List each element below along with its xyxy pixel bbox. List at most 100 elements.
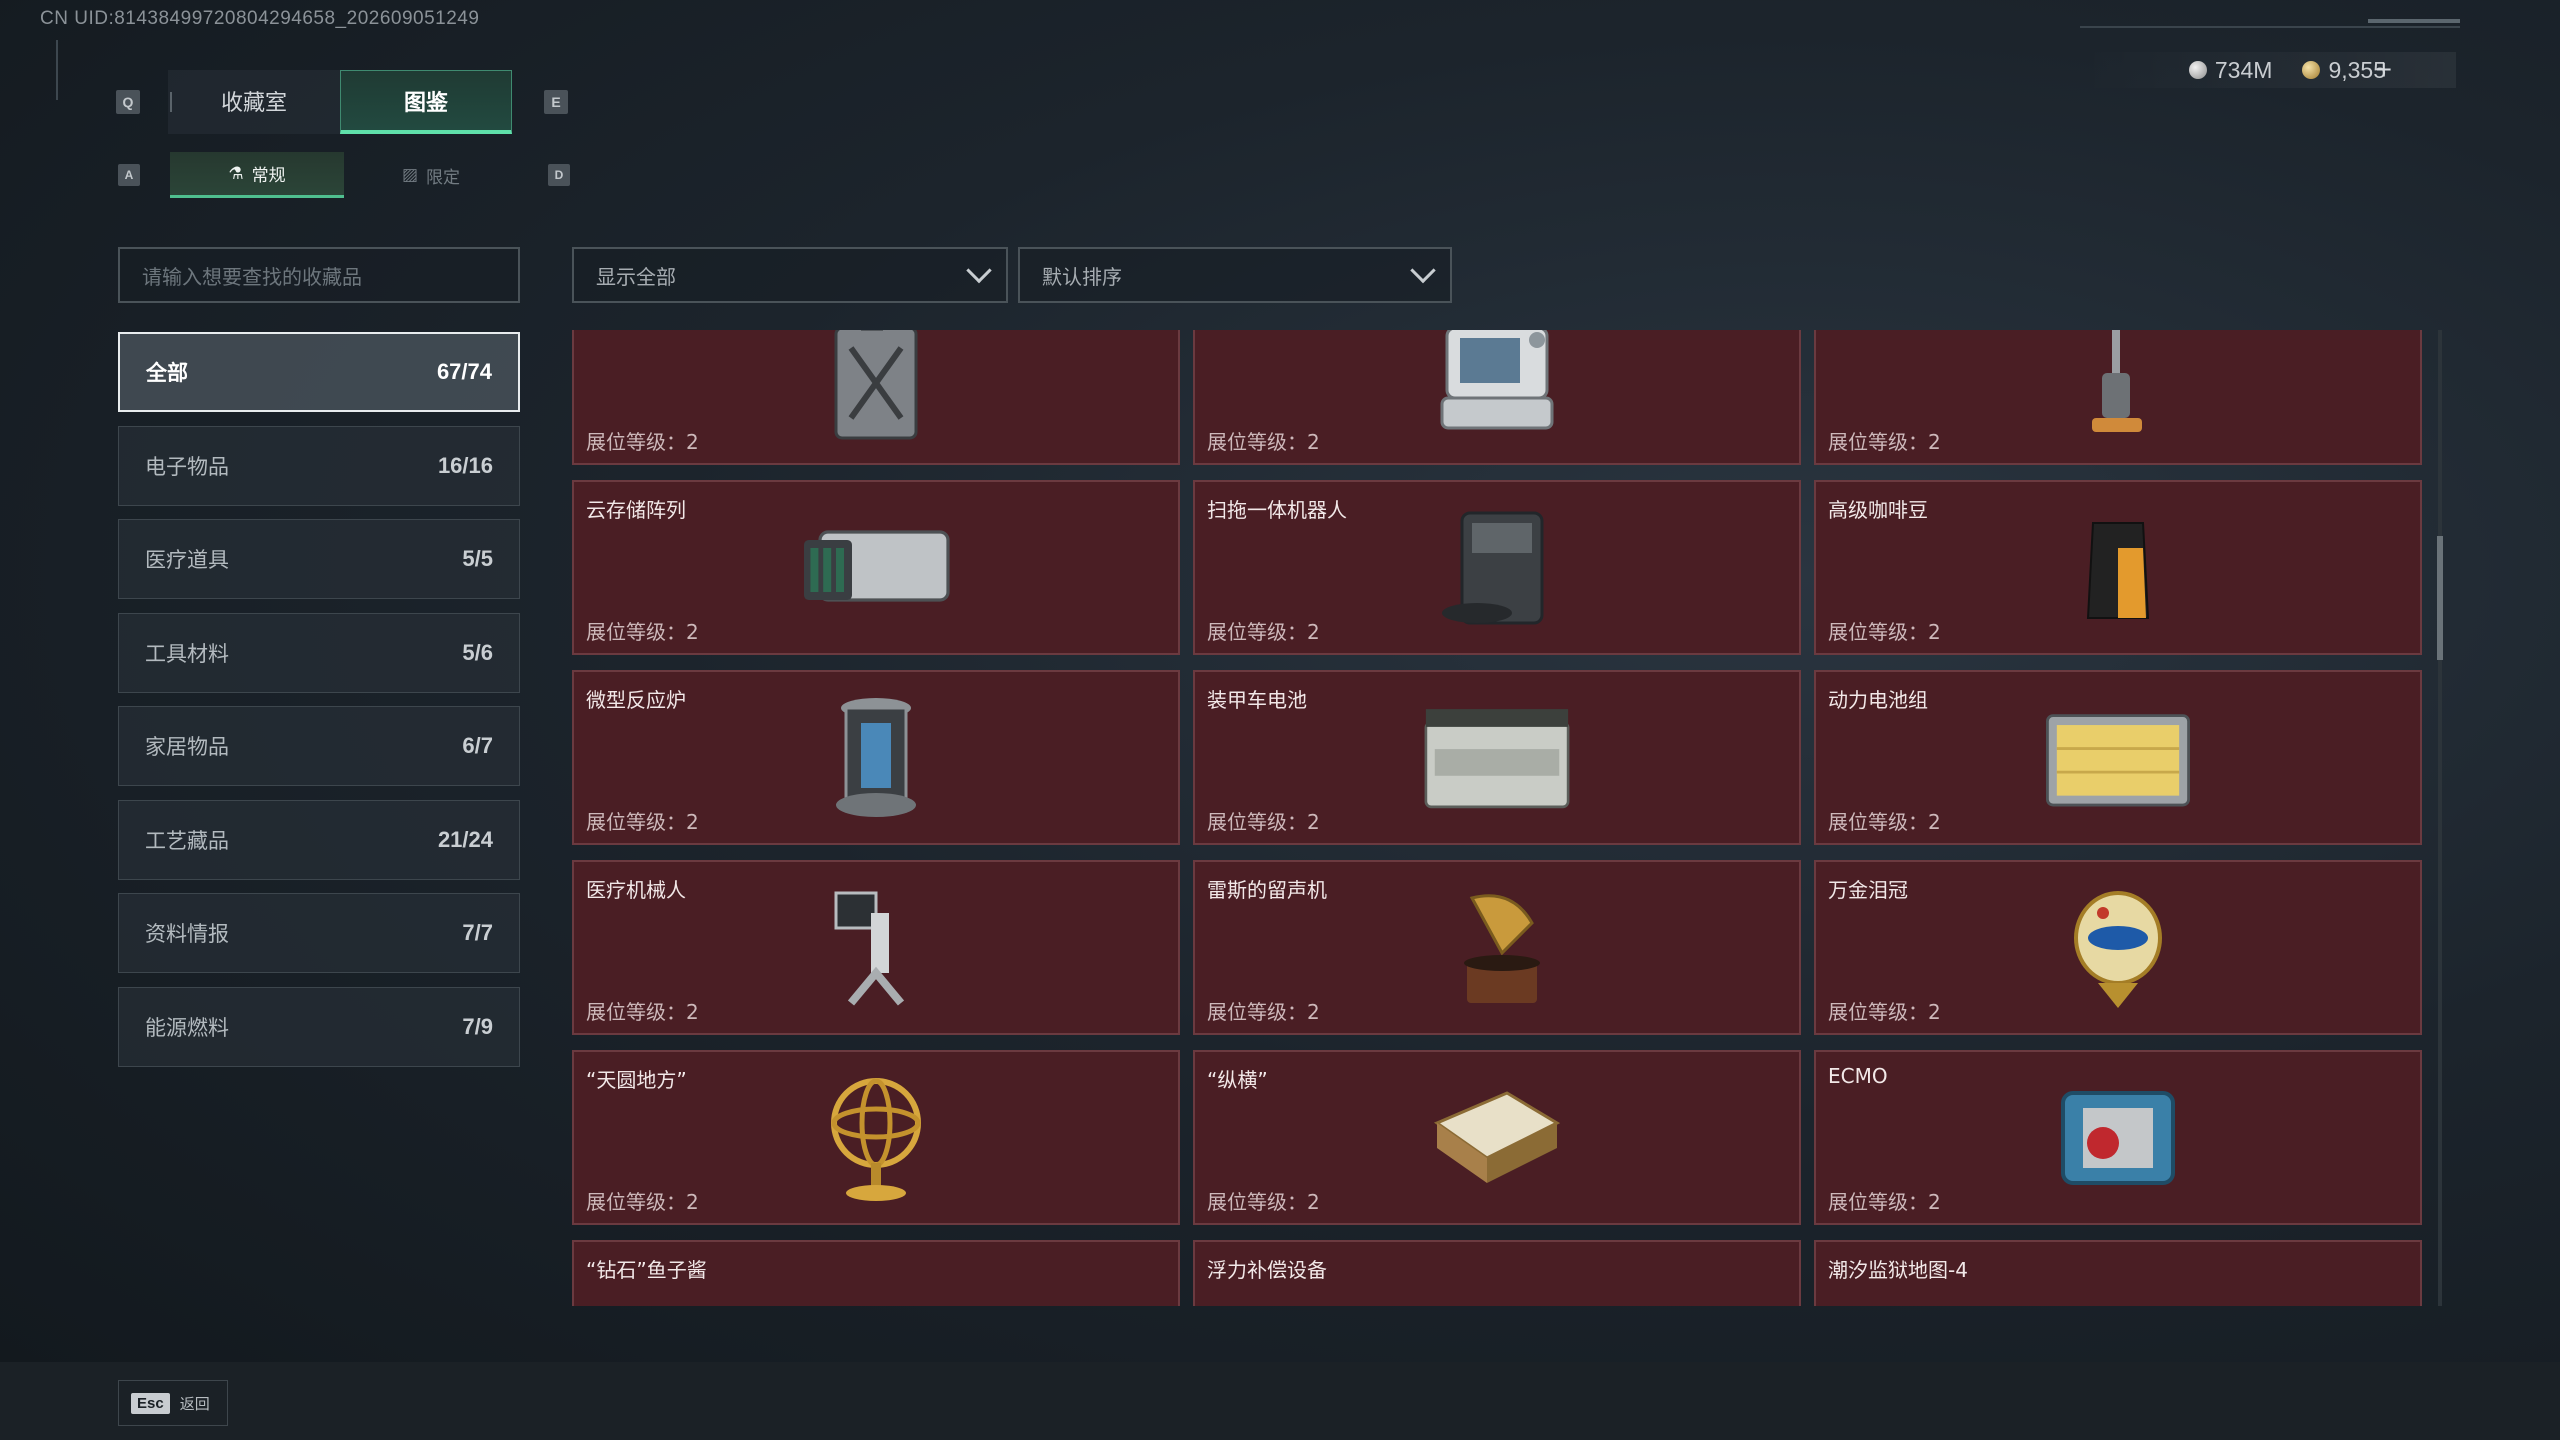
category-item[interactable]: 家居物品 6/7 — [118, 706, 520, 786]
item-name: 微型反应炉 — [586, 688, 686, 712]
bottom-bar — [0, 1362, 2560, 1440]
item-name: 潮汐监狱地图-4 — [1828, 1258, 1968, 1282]
category-count: 5/6 — [462, 639, 493, 665]
item-card[interactable]: 扫拖一体机器人 展位等级：2 — [1193, 480, 1801, 655]
silver-currency: 734M — [2188, 56, 2273, 84]
item-card[interactable]: 装甲车电池 展位等级：2 — [1193, 670, 1801, 845]
item-grid: 展位等级：2 展位等级：2 展位等级：2 云存储阵列 展位等级：2 扫拖一体机器人 展位等级… — [572, 330, 2426, 1306]
category-count: 5/5 — [462, 546, 493, 571]
item-level: 展位等级：2 — [586, 1000, 699, 1024]
item-card[interactable]: 潮汐监狱地图-4展位等级：2 — [1814, 1240, 2422, 1306]
category-item[interactable]: 工具材料 5/6 — [118, 612, 520, 693]
key-hint-e: E — [544, 90, 568, 114]
item-name: 浮力补偿设备 — [1207, 1258, 1327, 1282]
tab-separator — [170, 92, 172, 112]
medical-robot-icon — [796, 883, 956, 1013]
sub-tabs: ⚗ 常规 ▨ 限定 — [170, 152, 518, 198]
item-card[interactable]: 浮力补偿设备展位等级：2 — [1193, 1240, 1801, 1306]
add-currency-button[interactable]: + — [2376, 54, 2392, 86]
caviar-tin-icon — [796, 1263, 956, 1306]
tab-limited[interactable]: ▨ 限定 — [344, 152, 518, 198]
item-name: 雷斯的留声机 — [1207, 878, 1327, 902]
item-name: “纵横” — [1207, 1068, 1268, 1092]
item-card[interactable]: 万金泪冠 展位等级：2 — [1814, 860, 2422, 1035]
item-name: ECMO — [1828, 1064, 1888, 1088]
gramophone-icon — [1417, 883, 1577, 1013]
battery-pack-icon — [2038, 693, 2198, 823]
item-card[interactable]: 高级咖啡豆 展位等级：2 — [1814, 480, 2422, 655]
category-count: 6/7 — [462, 733, 493, 758]
map-icon — [2038, 1263, 2198, 1307]
item-level: 展位等级：2 — [1828, 1000, 1941, 1024]
flask-icon: ⚗ — [228, 163, 244, 184]
item-card[interactable]: “天圆地方” 展位等级：2 — [572, 1050, 1180, 1225]
key-hint-a: A — [118, 164, 140, 186]
jerrycan-icon — [796, 330, 956, 443]
category-item[interactable]: 资料情报 7/7 — [118, 893, 520, 973]
tab-encyclopedia[interactable]: 图鉴 — [340, 70, 512, 134]
item-card[interactable]: ECMO 展位等级：2 — [1814, 1050, 2422, 1225]
coffee-bag-icon — [2038, 503, 2198, 633]
filter-dropdown[interactable]: 显示全部 — [572, 247, 1008, 303]
item-name: 动力电池组 — [1828, 688, 1928, 712]
category-item[interactable]: 全部 67/74 — [118, 332, 520, 412]
item-name: “天圆地方” — [586, 1068, 687, 1092]
ecmo-icon — [2038, 1073, 2198, 1203]
back-button[interactable]: Esc 返回 — [118, 1380, 228, 1426]
filter-value: 显示全部 — [596, 264, 676, 289]
category-label: 工艺藏品 — [145, 828, 229, 853]
tab-label: 常规 — [251, 166, 286, 186]
item-grid-viewport: 展位等级：2 展位等级：2 展位等级：2 云存储阵列 展位等级：2 扫拖一体机器人 展位等级… — [572, 330, 2426, 1306]
item-card[interactable]: 动力电池组 展位等级：2 — [1814, 670, 2422, 845]
chess-box-icon — [1417, 1073, 1577, 1203]
chevron-down-icon — [966, 257, 992, 284]
category-item[interactable]: 医疗道具 5/5 — [118, 519, 520, 599]
item-card[interactable]: “钻石”鱼子酱展位等级：2 — [572, 1240, 1180, 1306]
item-card[interactable]: 医疗机械人 展位等级：2 — [572, 860, 1180, 1035]
category-item[interactable]: 工艺藏品 21/24 — [118, 799, 520, 880]
item-card[interactable]: 展位等级：2 — [1814, 330, 2422, 465]
gold-coin-icon — [2302, 61, 2321, 79]
item-name: 高级咖啡豆 — [1828, 498, 1928, 522]
item-card[interactable]: “纵横” 展位等级：2 — [1193, 1050, 1801, 1225]
item-name: 云存储阵列 — [586, 498, 686, 522]
category-count: 67/74 — [436, 359, 492, 384]
back-label: 返回 — [179, 1394, 210, 1413]
silver-amount: 734M — [2214, 56, 2273, 83]
item-level: 展位等级：2 — [1828, 430, 1941, 454]
battery-icon — [1417, 693, 1577, 823]
scrollbar-thumb[interactable] — [2437, 536, 2443, 660]
item-level: 展位等级：2 — [586, 620, 699, 644]
reactor-icon — [796, 693, 956, 823]
uid-label: CN UID:814384997208042946​58_20260905124… — [40, 8, 480, 29]
tab-label: 限定 — [426, 167, 461, 188]
item-level: 展位等级：2 — [1207, 430, 1320, 454]
corner-decoration — [56, 40, 62, 100]
silver-coin-icon — [2188, 61, 2207, 79]
key-hint-d: D — [548, 164, 570, 186]
search-input[interactable]: 请输入想要查找的收藏品 — [118, 247, 520, 303]
category-item[interactable]: 能源燃料 7/9 — [118, 986, 520, 1067]
item-card[interactable]: 展位等级：2 — [1193, 330, 1801, 465]
category-label: 电子物品 — [145, 454, 229, 479]
robot-vacuum-icon — [1417, 503, 1577, 633]
item-name: “钻石”鱼子酱 — [586, 1258, 707, 1282]
armillary-sphere-icon — [796, 1073, 956, 1203]
category-count: 21/24 — [437, 826, 493, 852]
scrollbar-track[interactable] — [2438, 330, 2442, 1306]
item-card[interactable]: 云存储阵列展位等级：2 — [572, 480, 1180, 655]
jeweled-egg-icon — [2038, 883, 2198, 1013]
category-list: 全部 67/74 电子物品 16/16 医疗道具 5/5 工具材料 5/6 家居物品 6/7 工艺藏… — [118, 332, 520, 1080]
tab-collection-room[interactable]: 收藏室 — [168, 70, 340, 134]
category-label: 工具材料 — [145, 641, 229, 666]
item-card[interactable]: 展位等级：2 — [572, 330, 1180, 465]
item-card[interactable]: 微型反应炉 展位等级：2 — [572, 670, 1180, 845]
tab-regular[interactable]: ⚗ 常规 — [170, 152, 344, 198]
main-tabs: 收藏室 图鉴 — [168, 70, 512, 134]
gold-currency: 9,355 — [2302, 57, 2386, 84]
item-level: 展位等级：2 — [1207, 620, 1320, 644]
item-card[interactable]: 雷斯的留声机 展位等级：2 — [1193, 860, 1801, 1035]
sort-value: 默认排序 — [1042, 264, 1122, 289]
sort-dropdown[interactable]: 默认排序 — [1018, 247, 1452, 303]
category-item[interactable]: 电子物品 16/16 — [118, 425, 520, 506]
